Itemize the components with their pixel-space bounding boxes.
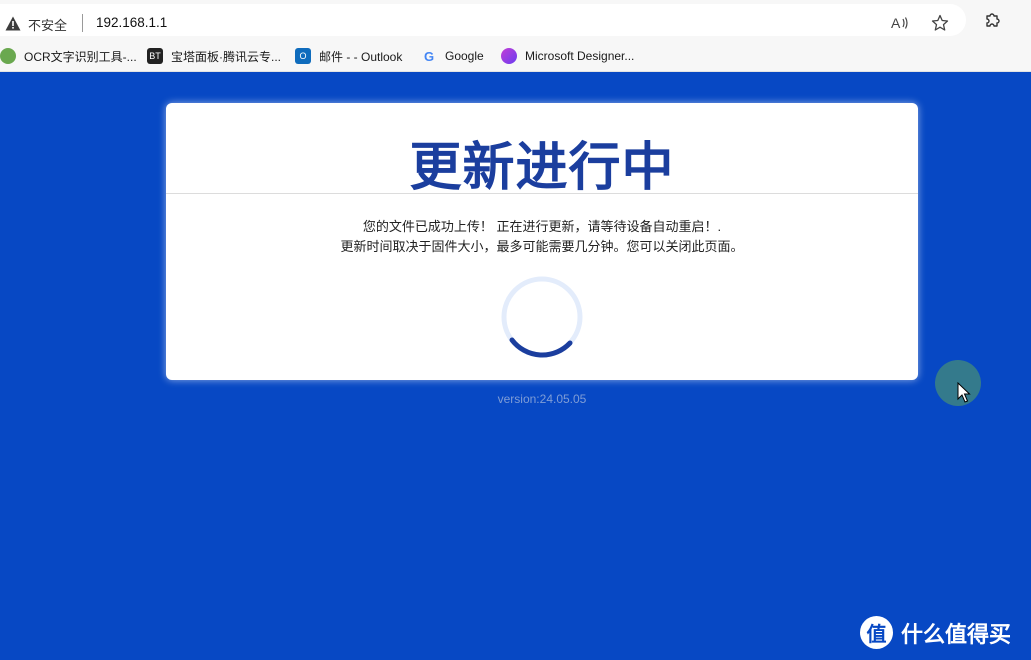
- bookmarks-bar: OCR文字识别工具-... BT 宝塔面板·腾讯云专... O 邮件 - - O…: [0, 40, 1031, 72]
- url-separator: [82, 14, 83, 32]
- firmware-version: version:24.05.05: [497, 392, 587, 406]
- bookmark-label: Google: [445, 49, 484, 63]
- url-bar[interactable]: 不安全 192.168.1.1 A: [0, 4, 966, 36]
- status-message-line2: 更新时间取决于固件大小，最多可能需要几分钟。您可以关闭此页面。: [340, 239, 744, 254]
- warning-icon[interactable]: [5, 16, 21, 31]
- watermark-text: 什么值得买: [901, 621, 1012, 647]
- ocr-frog-icon: [0, 48, 16, 64]
- favorite-star-icon[interactable]: [929, 12, 951, 34]
- google-icon: G: [423, 48, 435, 64]
- extensions-icon[interactable]: [982, 8, 1004, 30]
- bookmark-microsoft-designer[interactable]: Microsoft Designer...: [501, 47, 634, 65]
- bookmark-ocr[interactable]: OCR文字识别工具-...: [0, 47, 137, 65]
- bookmark-label: 宝塔面板·腾讯云专...: [171, 49, 281, 64]
- designer-icon: [501, 48, 517, 64]
- page-title: 更新进行中: [409, 139, 675, 197]
- bookmark-label: OCR文字识别工具-...: [24, 49, 137, 64]
- read-aloud-icon[interactable]: A: [889, 12, 911, 34]
- browser-address-bar: 不安全 192.168.1.1 A: [0, 0, 1031, 40]
- card-divider: [166, 193, 918, 194]
- watermark-badge-icon: 值: [860, 616, 893, 649]
- bookmark-google[interactable]: G Google: [421, 47, 484, 65]
- outlook-icon: O: [295, 48, 311, 64]
- security-status-label[interactable]: 不安全: [28, 15, 67, 34]
- loading-spinner-icon: [501, 276, 583, 358]
- bookmark-label: 邮件 - - Outlook: [319, 49, 403, 64]
- update-card: 更新进行中 您的文件已成功上传！ 正在进行更新，请等待设备自动重启！. 更新时间…: [166, 103, 918, 380]
- bookmark-label: Microsoft Designer...: [525, 49, 635, 63]
- url-text[interactable]: 192.168.1.1: [96, 15, 167, 30]
- bt-panel-icon: BT: [147, 48, 163, 64]
- bookmark-outlook[interactable]: O 邮件 - - Outlook: [295, 47, 402, 65]
- svg-text:A: A: [891, 15, 901, 31]
- watermark: 值 什么值得买: [860, 616, 1011, 649]
- bookmark-bt-panel[interactable]: BT 宝塔面板·腾讯云专...: [147, 47, 281, 65]
- status-message-line1: 您的文件已成功上传！ 正在进行更新，请等待设备自动重启！.: [362, 219, 722, 234]
- mouse-cursor-icon: [957, 382, 971, 403]
